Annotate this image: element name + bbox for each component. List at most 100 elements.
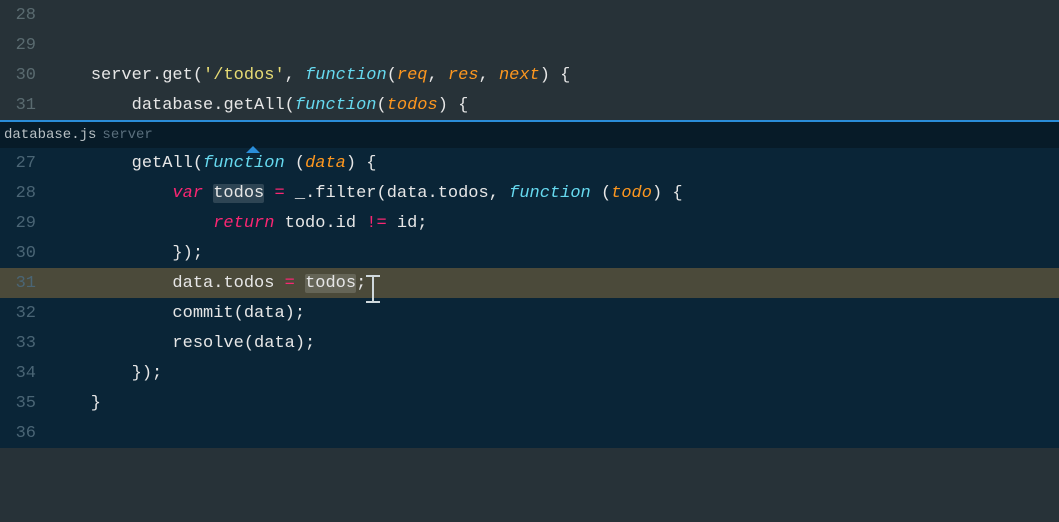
line-number: 29 bbox=[0, 214, 50, 233]
code-token: commit bbox=[172, 304, 233, 323]
code-content[interactable]: getAll(function (data) { bbox=[50, 154, 377, 173]
code-content[interactable]: var todos = _.filter(data.todos, functio… bbox=[50, 184, 683, 203]
code-content[interactable]: data.todos = todos; bbox=[50, 274, 366, 293]
code-token: . bbox=[428, 184, 438, 203]
code-token: _ bbox=[285, 184, 305, 203]
peek-separator bbox=[0, 120, 1059, 122]
code-token: , bbox=[479, 66, 499, 85]
code-token: next bbox=[499, 66, 540, 85]
code-line[interactable]: 29 return todo.id != id; bbox=[0, 208, 1059, 238]
code-token: . bbox=[213, 274, 223, 293]
code-line[interactable]: 36 bbox=[0, 418, 1059, 448]
code-line[interactable]: 30 server.get('/todos', function(req, re… bbox=[0, 60, 1059, 90]
code-token: getAll bbox=[132, 154, 193, 173]
line-number: 29 bbox=[0, 36, 50, 55]
code-token: ( bbox=[244, 334, 254, 353]
code-line[interactable]: 34 }); bbox=[0, 358, 1059, 388]
code-line[interactable]: 28 var todos = _.filter(data.todos, func… bbox=[0, 178, 1059, 208]
code-token: data bbox=[172, 274, 213, 293]
code-token: todos bbox=[387, 96, 438, 115]
code-line[interactable]: 35 } bbox=[0, 388, 1059, 418]
code-token: ( bbox=[285, 96, 295, 115]
line-number: 36 bbox=[0, 424, 50, 443]
code-line[interactable]: 32 commit(data); bbox=[0, 298, 1059, 328]
code-token bbox=[50, 304, 172, 323]
code-token: function bbox=[295, 96, 377, 115]
peek-caret-wrap bbox=[0, 120, 1059, 122]
code-line[interactable]: 29 bbox=[0, 30, 1059, 60]
line-number: 32 bbox=[0, 304, 50, 323]
code-token bbox=[50, 184, 172, 203]
code-token bbox=[50, 154, 132, 173]
code-token: id; bbox=[387, 214, 428, 233]
peek-filename: database.js bbox=[4, 127, 96, 143]
code-content[interactable]: } bbox=[50, 394, 101, 413]
code-token: }); bbox=[50, 244, 203, 263]
line-number: 28 bbox=[0, 6, 50, 25]
code-token: ) { bbox=[346, 154, 377, 173]
code-token bbox=[50, 214, 213, 233]
code-token: != bbox=[366, 214, 386, 233]
peek-header[interactable]: database.js server bbox=[0, 122, 1059, 148]
code-token: res bbox=[448, 66, 479, 85]
code-content[interactable]: return todo.id != id; bbox=[50, 214, 428, 233]
code-token bbox=[203, 184, 213, 203]
code-token: get bbox=[162, 66, 193, 85]
code-line[interactable]: 33 resolve(data); bbox=[0, 328, 1059, 358]
code-content[interactable]: server.get('/todos', function(req, res, … bbox=[50, 66, 570, 85]
code-line[interactable]: 30 }); bbox=[0, 238, 1059, 268]
code-token: ( bbox=[376, 184, 386, 203]
code-token: ) { bbox=[438, 96, 469, 115]
editor-peek-region[interactable]: 27 getAll(function (data) {28 var todos … bbox=[0, 148, 1059, 448]
code-token: = bbox=[274, 184, 284, 203]
code-token: }); bbox=[50, 364, 162, 383]
code-token: function bbox=[203, 154, 285, 173]
code-content[interactable]: }); bbox=[50, 364, 162, 383]
line-number: 35 bbox=[0, 394, 50, 413]
code-token: ; bbox=[356, 274, 366, 293]
code-token: data bbox=[387, 184, 428, 203]
code-token: ); bbox=[285, 304, 305, 323]
code-token: id bbox=[336, 214, 367, 233]
code-token bbox=[50, 334, 172, 353]
code-token: ) { bbox=[540, 66, 571, 85]
editor-top-region[interactable]: 282930 server.get('/todos', function(req… bbox=[0, 0, 1059, 120]
peek-path: server bbox=[102, 127, 152, 143]
code-token bbox=[295, 274, 305, 293]
code-token bbox=[264, 184, 274, 203]
code-token: ) { bbox=[652, 184, 683, 203]
code-token: var bbox=[172, 184, 203, 203]
code-token: '/todos' bbox=[203, 66, 285, 85]
code-token: resolve bbox=[172, 334, 243, 353]
code-token: ); bbox=[295, 334, 315, 353]
code-line[interactable]: 28 bbox=[0, 0, 1059, 30]
code-line[interactable]: 27 getAll(function (data) { bbox=[0, 148, 1059, 178]
code-content[interactable]: commit(data); bbox=[50, 304, 305, 323]
code-token: database bbox=[132, 96, 214, 115]
code-token: ( bbox=[377, 96, 387, 115]
code-content[interactable]: }); bbox=[50, 244, 203, 263]
code-token: function bbox=[305, 66, 387, 85]
code-token: } bbox=[50, 394, 101, 413]
code-content[interactable]: resolve(data); bbox=[50, 334, 315, 353]
code-token: function bbox=[509, 184, 591, 203]
code-token: todo bbox=[611, 184, 652, 203]
code-token: filter bbox=[315, 184, 376, 203]
code-token bbox=[50, 274, 172, 293]
code-content[interactable]: database.getAll(function(todos) { bbox=[50, 96, 468, 115]
code-line[interactable]: 31 database.getAll(function(todos) { bbox=[0, 90, 1059, 120]
line-number: 34 bbox=[0, 364, 50, 383]
line-number: 30 bbox=[0, 66, 50, 85]
code-token bbox=[50, 66, 91, 85]
code-line[interactable]: 31 data.todos = todos; bbox=[0, 268, 1059, 298]
code-token: ( bbox=[234, 304, 244, 323]
line-number: 30 bbox=[0, 244, 50, 263]
line-number: 33 bbox=[0, 334, 50, 353]
code-token: data bbox=[244, 304, 285, 323]
code-token: todos bbox=[223, 274, 284, 293]
code-token: server bbox=[91, 66, 152, 85]
code-token: todo bbox=[274, 214, 325, 233]
code-token: data bbox=[254, 334, 295, 353]
code-token: ( bbox=[387, 66, 397, 85]
code-token: data bbox=[305, 154, 346, 173]
